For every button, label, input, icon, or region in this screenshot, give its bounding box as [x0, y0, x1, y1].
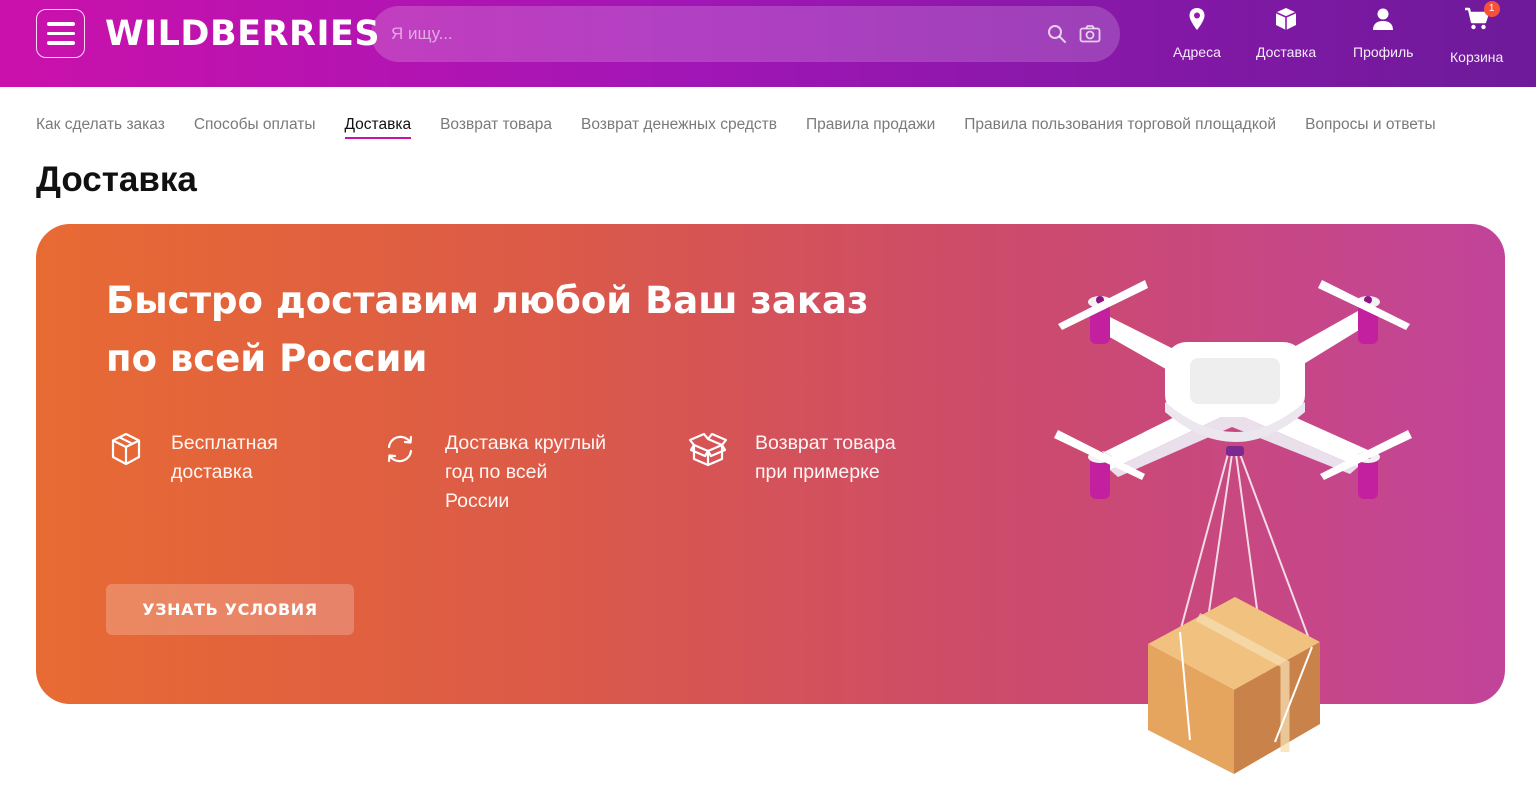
search-bar [371, 6, 1120, 62]
camera-icon[interactable] [1079, 24, 1101, 44]
logo[interactable]: WILDBERRIES [105, 12, 380, 56]
feature-year-round: Доставка круглый год по всей России [382, 429, 606, 516]
feature-text: Возврат товара [755, 432, 896, 454]
box-icon [1275, 8, 1297, 30]
menu-bar [46, 31, 75, 36]
cardboard-box [1148, 597, 1320, 774]
subnav-delivery[interactable]: Доставка [344, 113, 412, 139]
feature-free-delivery: Бесплатная доставка [108, 429, 278, 487]
feature-text: Бесплатная [171, 432, 278, 454]
top-header: WILDBERRIES Адреса Доставка Профи [0, 0, 1536, 87]
subnav-how-to-order[interactable]: Как сделать заказ [36, 113, 165, 139]
feature-text: Доставка круглый [445, 432, 607, 454]
page-title: Доставка [36, 160, 197, 199]
header-nav-label: Адреса [1173, 44, 1221, 60]
header-nav-delivery[interactable]: Доставка [1256, 6, 1316, 70]
banner-title: Быстро доставим любой Ваш заказ по всей … [106, 272, 906, 388]
open-box-icon [688, 432, 728, 467]
subnav-returns[interactable]: Возврат товара [440, 113, 552, 139]
header-nav-profile[interactable]: Профиль [1353, 6, 1413, 70]
location-pin-icon [1189, 8, 1205, 30]
subnav-refunds[interactable]: Возврат денежных средств [581, 113, 777, 139]
user-icon [1373, 8, 1394, 30]
feature-text: России [445, 490, 510, 512]
subnav-payment-methods[interactable]: Способы оплаты [194, 113, 316, 139]
subnav-faq[interactable]: Вопросы и ответы [1305, 113, 1436, 139]
banner-title-line: по всей России [106, 337, 428, 380]
feature-text: доставка [171, 461, 253, 483]
refresh-icon [387, 435, 413, 463]
info-subnav: Как сделать заказ Способы оплаты Доставк… [36, 113, 1465, 143]
feature-text: год по всей [445, 461, 548, 483]
header-nav-label: Профиль [1353, 44, 1414, 60]
menu-button[interactable] [36, 9, 85, 58]
menu-bar [46, 22, 75, 26]
header-nav-label: Доставка [1256, 44, 1317, 60]
banner-title-line: Быстро доставим любой Ваш заказ [106, 279, 869, 322]
learn-terms-button[interactable]: УЗНАТЬ УСЛОВИЯ [106, 584, 354, 635]
drone-illustration [1054, 280, 1412, 774]
header-nav-label: Корзина [1450, 49, 1504, 65]
cart-count-badge: 1 [1483, 1, 1500, 17]
feature-text: при примерке [755, 461, 880, 483]
search-icon[interactable] [1047, 24, 1067, 44]
menu-bar [46, 41, 75, 45]
subnav-marketplace-rules[interactable]: Правила пользования торговой площадкой [964, 113, 1276, 139]
box-icon [111, 432, 141, 466]
subnav-sale-rules[interactable]: Правила продажи [806, 113, 935, 139]
feature-return-fitting: Возврат товара при примерке [688, 429, 896, 487]
header-nav-cart[interactable]: 1 Корзина [1450, 1, 1504, 70]
search-input[interactable] [391, 6, 1031, 62]
header-nav-addresses[interactable]: Адреса [1173, 6, 1221, 70]
